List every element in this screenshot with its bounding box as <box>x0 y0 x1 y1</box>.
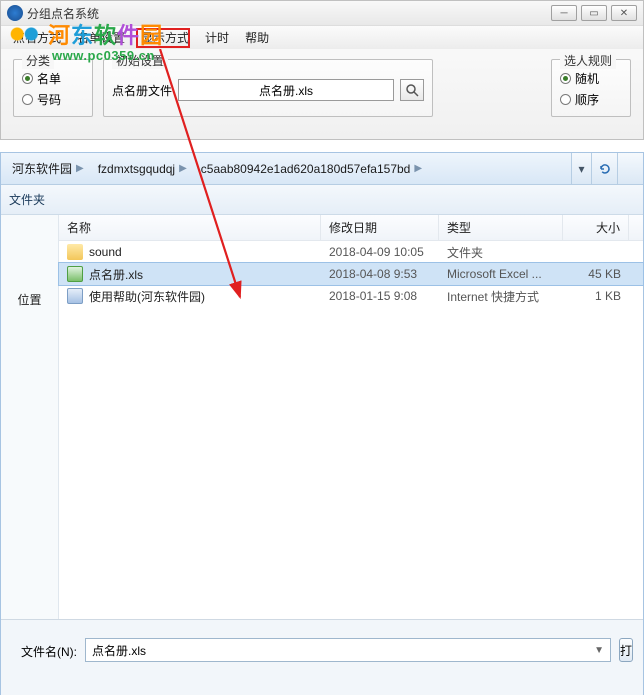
radio-list[interactable]: 名单 <box>22 70 84 87</box>
file-list: 名称 修改日期 类型 大小 sound 2018-04-09 10:05文件夹点名… <box>59 215 643 619</box>
menu-timer[interactable]: 计时 <box>197 26 237 49</box>
chevron-right-icon: ▶ <box>179 163 187 174</box>
search-box-stub[interactable] <box>617 153 643 184</box>
filename-label: 文件名(N): <box>21 638 77 660</box>
file-size: 1 KB <box>563 289 629 303</box>
crumb-2[interactable]: c5aab80942e1ad620a180d57efa157bd▶ <box>194 158 429 180</box>
folder-icon <box>67 244 83 260</box>
table-row[interactable]: sound 2018-04-09 10:05文件夹 <box>59 241 643 263</box>
legend-rule: 选人规则 <box>560 52 616 69</box>
radio-order[interactable]: 顺序 <box>560 91 622 108</box>
menu-bar: 点名方式 名单设置 显示方式 计时 帮助 <box>1 25 643 49</box>
refresh-icon <box>598 162 612 176</box>
dialog-nav-bar: 河东软件园▶ fzdmxtsgqudqj▶ c5aab80942e1ad620a… <box>1 153 643 185</box>
dialog-toolbar: 文件夹 <box>1 185 643 215</box>
file-type: Microsoft Excel ... <box>439 267 563 281</box>
file-name: sound <box>89 245 122 259</box>
menu-call-mode[interactable]: 点名方式 <box>5 26 69 49</box>
browse-button[interactable] <box>400 79 424 101</box>
file-name: 使用帮助(河东软件园) <box>89 288 205 305</box>
menu-display-mode[interactable]: 显示方式 <box>133 26 197 49</box>
legend-classify: 分类 <box>22 52 54 69</box>
url-icon <box>67 288 83 304</box>
search-icon <box>405 83 419 97</box>
refresh-button[interactable] <box>591 153 617 184</box>
chevron-right-icon: ▶ <box>76 163 84 174</box>
file-open-dialog: 河东软件园▶ fzdmxtsgqudqj▶ c5aab80942e1ad620a… <box>0 152 644 695</box>
table-row[interactable]: 点名册.xls 2018-04-08 9:53Microsoft Excel ..… <box>59 263 643 285</box>
group-initial: 初始设置 点名册文件 点名册.xls <box>103 59 433 117</box>
minimize-button[interactable]: ─ <box>551 5 577 21</box>
menu-list-settings[interactable]: 名单设置 <box>69 26 133 49</box>
file-date: 2018-01-15 9:08 <box>321 289 439 303</box>
breadcrumb-dropdown[interactable]: ▾ <box>571 153 591 184</box>
dialog-sidebar: 位置 <box>1 215 59 619</box>
chevron-down-icon: ▼ <box>594 645 604 656</box>
crumb-root[interactable]: 河东软件园▶ <box>5 158 91 180</box>
app-icon <box>7 5 23 21</box>
dialog-footer: 文件名(N): 点名册.xls ▼ 打 <box>1 619 643 695</box>
sidebar-item-locations[interactable]: 位置 <box>1 285 58 314</box>
window-title: 分组点名系统 <box>27 5 551 22</box>
toolbar-label: 文件夹 <box>9 191 45 208</box>
file-date: 2018-04-08 9:53 <box>321 267 439 281</box>
app-window: 分组点名系统 ─ ▭ ✕ 点名方式 名单设置 显示方式 计时 帮助 分类 名单 … <box>0 0 644 140</box>
close-button[interactable]: ✕ <box>611 5 637 21</box>
xls-icon <box>67 266 83 282</box>
group-classify: 分类 名单 号码 <box>13 59 93 117</box>
file-path-input[interactable]: 点名册.xls <box>178 79 394 101</box>
file-size: 45 KB <box>563 267 629 281</box>
open-button[interactable]: 打 <box>619 638 633 662</box>
breadcrumb[interactable]: 河东软件园▶ fzdmxtsgqudqj▶ c5aab80942e1ad620a… <box>1 153 571 184</box>
column-headers: 名称 修改日期 类型 大小 <box>59 215 643 241</box>
file-date: 2018-04-09 10:05 <box>321 245 439 259</box>
table-row[interactable]: 使用帮助(河东软件园) 2018-01-15 9:08Internet 快捷方式1… <box>59 285 643 307</box>
radio-random[interactable]: 随机 <box>560 70 622 87</box>
col-name[interactable]: 名称 <box>59 215 321 240</box>
file-label: 点名册文件 <box>112 82 172 99</box>
maximize-button[interactable]: ▭ <box>581 5 607 21</box>
col-size[interactable]: 大小 <box>563 215 629 240</box>
filename-combo[interactable]: 点名册.xls ▼ <box>85 638 611 662</box>
menu-help[interactable]: 帮助 <box>237 26 277 49</box>
file-type: 文件夹 <box>439 244 563 261</box>
group-rule: 选人规则 随机 顺序 <box>551 59 631 117</box>
file-type: Internet 快捷方式 <box>439 288 563 305</box>
filename-value: 点名册.xls <box>92 642 146 659</box>
title-bar: 分组点名系统 ─ ▭ ✕ <box>1 1 643 25</box>
legend-initial: 初始设置 <box>112 52 168 69</box>
col-type[interactable]: 类型 <box>439 215 563 240</box>
crumb-1[interactable]: fzdmxtsgqudqj▶ <box>91 158 194 180</box>
file-name: 点名册.xls <box>89 266 143 283</box>
chevron-right-icon: ▶ <box>414 163 422 174</box>
col-date[interactable]: 修改日期 <box>321 215 439 240</box>
radio-number[interactable]: 号码 <box>22 91 84 108</box>
